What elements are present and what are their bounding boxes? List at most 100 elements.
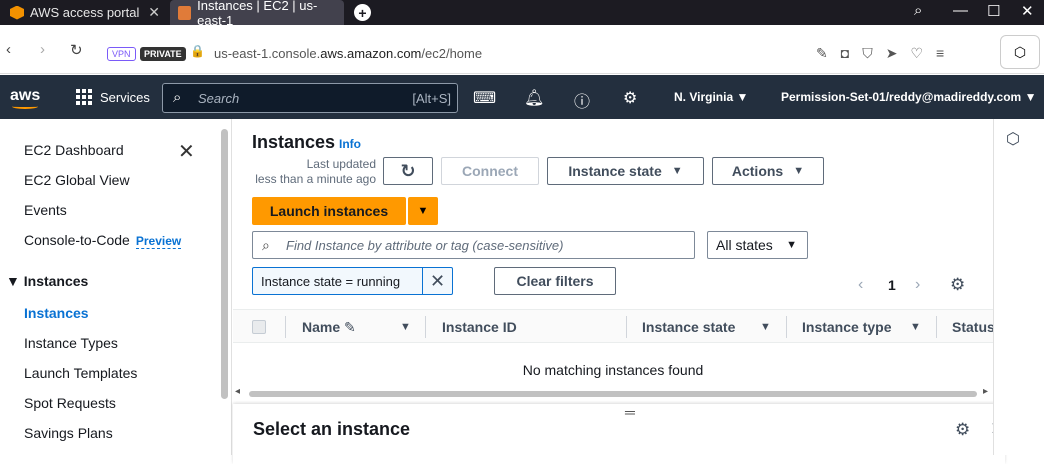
aws-logo-text: aws	[10, 87, 41, 104]
split-panel-title: Select an instance	[253, 419, 411, 439]
caret-down-icon: ▼	[671, 165, 683, 177]
close-sidebar-icon[interactable]: ✕	[178, 139, 195, 164]
menu-icon[interactable]: ≡	[936, 45, 944, 62]
instance-filter-input[interactable]: ⌕ Find Instance by attribute or tag (cas…	[252, 231, 695, 259]
sidebar-item-events[interactable]: Events	[24, 202, 67, 218]
column-header-status[interactable]: Status	[952, 319, 995, 335]
heart-icon[interactable]: ♡	[910, 45, 923, 62]
services-menu[interactable]: Services	[76, 89, 150, 105]
notifications-bell-icon[interactable]: 🔔︎	[524, 88, 544, 108]
scroll-thumb[interactable]	[249, 391, 977, 397]
clear-filters-button[interactable]: Clear filters	[494, 267, 616, 295]
address-bar-actions: ✎ ◘ ⛉ ➤ ♡ ≡	[816, 45, 944, 62]
next-page-icon[interactable]: ›	[915, 276, 920, 294]
edit-pencil-icon: ✎	[344, 319, 356, 335]
column-header-instance-type[interactable]: Instance type	[802, 319, 891, 335]
help-icon[interactable]: ⓘ	[574, 88, 590, 112]
scroll-right-icon[interactable]: ▸	[983, 386, 988, 397]
previous-page-icon[interactable]: ‹	[858, 276, 863, 294]
services-label: Services	[100, 89, 150, 105]
shield-icon[interactable]: ⛉	[862, 45, 873, 62]
connect-button[interactable]: Connect	[441, 157, 539, 185]
sort-caret-icon[interactable]: ▼	[760, 321, 771, 333]
browser-search-icon[interactable]: ⌕	[914, 2, 922, 19]
url-domain: aws.amazon.com	[320, 46, 422, 61]
sort-caret-icon[interactable]: ▼	[910, 321, 921, 333]
sidebar-item-instance-types[interactable]: Instance Types	[24, 335, 118, 351]
ec2-favicon-icon	[178, 5, 192, 20]
maximize-icon[interactable]: ☐	[987, 2, 1000, 20]
state-filter-select[interactable]: All states ▼	[707, 231, 808, 259]
table-preferences-gear-icon[interactable]: ⚙	[950, 275, 965, 295]
ec2-sidebar: EC2 Dashboard ✕ EC2 Global View Events C…	[0, 119, 232, 455]
edit-icon[interactable]: ✎	[816, 45, 828, 62]
back-icon[interactable]: ‹	[6, 41, 11, 58]
sidebar-item-label: Console-to-Code	[24, 232, 130, 248]
vpn-badge[interactable]: VPN	[107, 47, 136, 61]
state-filter-value: All states	[716, 237, 773, 253]
chevron-down-icon: ▼	[736, 90, 749, 104]
remove-filter-icon[interactable]: ✕	[422, 268, 452, 294]
extension-cube-icon[interactable]: ⬡	[1000, 35, 1040, 69]
forward-icon[interactable]: ›	[40, 41, 45, 58]
refresh-button[interactable]: ↻	[383, 157, 433, 185]
send-icon[interactable]: ➤	[886, 45, 898, 62]
camera-icon[interactable]: ◘	[841, 45, 849, 62]
launch-instances-button[interactable]: Launch instances	[252, 197, 406, 225]
cloudshell-icon[interactable]: ⌨	[473, 88, 496, 108]
column-header-instance-state[interactable]: Instance state	[642, 319, 735, 335]
tools-panel-icon[interactable]: ⬡	[1006, 129, 1020, 149]
private-badge: PRIVATE	[140, 47, 186, 61]
sidebar-item-spot-requests[interactable]: Spot Requests	[24, 395, 116, 411]
sidebar-section-label: Instances	[23, 273, 89, 289]
close-window-icon[interactable]: ✕	[1021, 2, 1034, 20]
table-header: Name ✎ ▼ Instance ID Instance state ▼ In…	[233, 309, 995, 343]
table-horizontal-scrollbar[interactable]: ◂ ▸	[233, 386, 993, 399]
sidebar-item-console-to-code[interactable]: Console-to-Code Preview	[24, 232, 182, 249]
aws-logo[interactable]: aws	[10, 87, 41, 109]
split-panel-resize-handle[interactable]: ═	[625, 404, 635, 420]
region-label: N. Virginia	[674, 90, 734, 104]
sidebar-item-ec2-dashboard[interactable]: EC2 Dashboard	[24, 142, 124, 158]
column-label: Name	[302, 319, 341, 335]
scroll-left-icon[interactable]: ◂	[235, 386, 240, 397]
settings-gear-icon[interactable]: ⚙	[623, 88, 637, 108]
last-updated-line1: Last updated	[306, 157, 376, 171]
url-path: /ec2/home	[421, 46, 483, 61]
split-panel-settings-icon[interactable]: ⚙	[955, 420, 970, 440]
last-updated-text: Last updated less than a minute ago	[252, 157, 376, 187]
sidebar-section-instances[interactable]: ▼ Instances	[6, 273, 88, 289]
column-header-name[interactable]: Name ✎	[302, 319, 356, 336]
sidebar-scrollbar[interactable]	[221, 129, 228, 399]
lock-icon[interactable]: 🔒	[190, 44, 205, 58]
sidebar-item-savings-plans[interactable]: Savings Plans	[24, 425, 113, 441]
aws-portal-favicon-icon	[10, 5, 24, 20]
new-tab-button[interactable]: +	[354, 4, 371, 21]
column-header-instance-id[interactable]: Instance ID	[442, 319, 517, 335]
info-link[interactable]: Info	[339, 137, 361, 151]
url-field[interactable]: us-east-1.console.aws.amazon.com/ec2/hom…	[214, 46, 482, 61]
sidebar-item-launch-templates[interactable]: Launch Templates	[24, 365, 137, 381]
sidebar-item-ec2-global-view[interactable]: EC2 Global View	[24, 172, 130, 188]
tab-aws-access-portal[interactable]: AWS access portal ✕	[0, 0, 168, 25]
search-shortcut: [Alt+S]	[412, 91, 451, 106]
caret-down-icon: ▼	[417, 205, 429, 217]
launch-dropdown-button[interactable]: ▼	[408, 197, 438, 225]
minimize-icon[interactable]: —	[953, 2, 968, 19]
sidebar-item-instances[interactable]: Instances	[24, 305, 89, 321]
actions-button[interactable]: Actions ▼	[712, 157, 824, 185]
search-input[interactable]: ⌕ Search [Alt+S]	[162, 83, 458, 113]
preview-badge[interactable]: Preview	[135, 234, 182, 249]
sort-caret-icon[interactable]: ▼	[400, 321, 411, 333]
instance-state-label: Instance state	[568, 163, 662, 179]
region-selector[interactable]: N. Virginia ▼	[674, 90, 748, 104]
reload-icon[interactable]: ↻	[70, 41, 83, 59]
active-filter-token: Instance state = running ✕	[252, 267, 453, 295]
account-menu[interactable]: Permission-Set-01/reddy@madireddy.com ▼	[781, 90, 1036, 104]
close-tab-icon[interactable]: ✕	[148, 4, 160, 21]
tab-ec2-instances[interactable]: Instances | EC2 | us-east-1	[170, 0, 344, 28]
instance-state-button[interactable]: Instance state ▼	[547, 157, 704, 185]
tab-label: Instances | EC2 | us-east-1	[197, 0, 318, 28]
page-number[interactable]: 1	[888, 277, 896, 293]
select-all-checkbox[interactable]	[252, 320, 266, 334]
